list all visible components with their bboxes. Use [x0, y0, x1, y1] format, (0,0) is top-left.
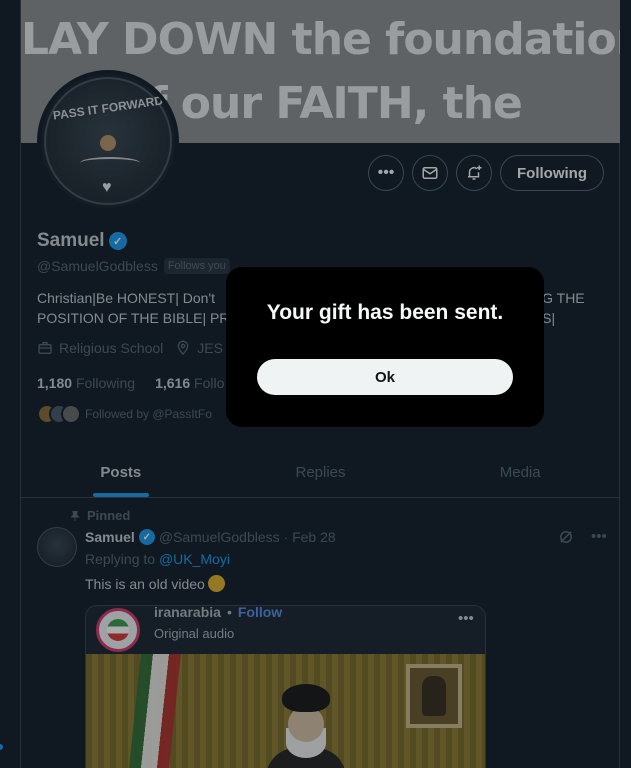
profile-page: … LAY DOWN the foundation of our FAITH, … — [0, 0, 631, 768]
dialog-message: Your gift has been sent. — [266, 301, 504, 324]
ok-button[interactable]: Ok — [257, 359, 513, 395]
gift-sent-dialog: Your gift has been sent. Ok — [226, 267, 544, 427]
